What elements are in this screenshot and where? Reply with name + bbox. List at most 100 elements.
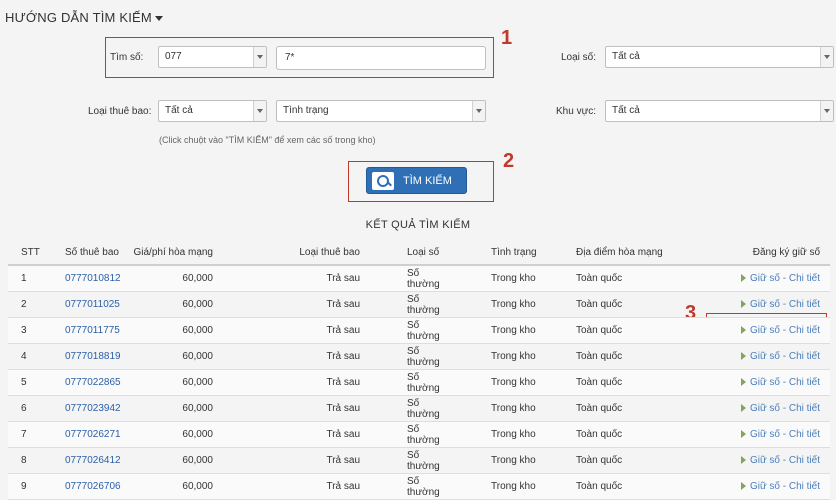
number-kind: Số thường (365, 421, 451, 448)
stock-status: Trong kho (451, 447, 537, 474)
hold-detail-cell: Giữ số - Chi tiết (708, 421, 830, 448)
subscriber-number: 0777010812 (65, 265, 133, 292)
loai-so-label: Loại số: (561, 52, 597, 63)
hold-detail-cell: Giữ số - Chi tiết (708, 343, 830, 370)
search-hint: (Click chuột vào "TÌM KIẾM" để xem các s… (159, 135, 376, 145)
subscriber-number: 0777023942 (65, 395, 133, 422)
table-row: 4 0777018819 60,000 Trả sau Số thường Trong k… (8, 343, 830, 370)
tinh-trang-value: Tình trạng (283, 105, 329, 116)
subscription-type: Trả sau (220, 395, 365, 422)
hold-detail-link[interactable]: Giữ số - Chi tiết (750, 325, 820, 336)
stock-status: Trong kho (451, 317, 537, 344)
connection-fee: 60,000 (133, 369, 220, 396)
connection-fee: 60,000 (133, 291, 220, 318)
connection-fee: 60,000 (133, 421, 220, 448)
stock-status: Trong kho (451, 291, 537, 318)
hold-detail-cell: Giữ số - Chi tiết (708, 395, 830, 422)
row-stt: 5 (8, 369, 65, 396)
row-stt: 3 (8, 317, 65, 344)
caret-down-icon (154, 16, 163, 22)
hold-detail-cell: Giữ số - Chi tiết (708, 291, 830, 318)
hold-detail-link[interactable]: Giữ số - Chi tiết (750, 455, 820, 466)
tinh-trang-select[interactable]: Tình trạng (276, 100, 486, 122)
annotation-box-2 (348, 161, 494, 202)
number-kind: Số thường (365, 369, 451, 396)
subscriber-number: 0777011025 (65, 291, 133, 318)
arrow-right-icon (740, 456, 746, 465)
hold-detail-link[interactable]: Giữ số - Chi tiết (750, 403, 820, 414)
subscription-type: Trả sau (220, 265, 365, 292)
arrow-right-icon (740, 430, 746, 439)
connection-fee: 60,000 (133, 447, 220, 474)
stock-status: Trong kho (451, 421, 537, 448)
stock-status: Trong kho (451, 395, 537, 422)
arrow-right-icon (740, 326, 746, 335)
loai-so-value: Tất cả (612, 51, 640, 62)
activation-area: Toàn quốc (537, 291, 709, 318)
stock-status: Trong kho (451, 369, 537, 396)
table-row: 2 0777011025 60,000 Trả sau Số thường Trong k… (8, 291, 830, 318)
connection-fee: 60,000 (133, 317, 220, 344)
loai-so-select[interactable]: Tất cả (605, 46, 834, 68)
row-stt: 6 (8, 395, 65, 422)
subscription-type: Trả sau (220, 343, 365, 370)
results-table: STT Số thuê bao Giá/phí hòa mạng Loại th… (8, 240, 830, 500)
dropdown-arrow-icon (253, 101, 266, 121)
row-stt: 1 (8, 265, 65, 292)
table-row: 7 0777026271 60,000 Trả sau Số thường Trong k… (8, 421, 830, 448)
activation-area: Toàn quốc (537, 395, 709, 422)
table-row: 6 0777023942 60,000 Trả sau Số thường Trong k… (8, 395, 830, 422)
row-stt: 8 (8, 447, 65, 474)
activation-area: Toàn quốc (537, 317, 709, 344)
column-header-area: Địa điểm hòa mạng (537, 240, 709, 266)
hold-detail-link[interactable]: Giữ số - Chi tiết (750, 377, 820, 388)
search-guide-toggle[interactable]: HƯỚNG DẪN TÌM KIẾM (5, 10, 163, 25)
stock-status: Trong kho (451, 265, 537, 292)
search-guide-title: HƯỚNG DẪN TÌM KIẾM (5, 10, 152, 25)
hold-detail-link[interactable]: Giữ số - Chi tiết (750, 299, 820, 310)
arrow-right-icon (740, 274, 746, 283)
number-kind: Số thường (365, 291, 451, 318)
annotation-box-1 (105, 37, 494, 78)
hold-detail-link[interactable]: Giữ số - Chi tiết (750, 273, 820, 284)
table-header-row: STT Số thuê bao Giá/phí hòa mạng Loại th… (8, 240, 830, 266)
activation-area: Toàn quốc (537, 421, 709, 448)
loai-thue-bao-value: Tất cả (165, 105, 193, 116)
results-title: KẾT QUẢ TÌM KIẾM (365, 219, 471, 231)
khu-vuc-label: Khu vực: (556, 106, 597, 117)
arrow-right-icon (740, 300, 746, 309)
arrow-right-icon (740, 404, 746, 413)
subscription-type: Trả sau (220, 291, 365, 318)
number-kind: Số thường (365, 343, 451, 370)
hold-detail-link[interactable]: Giữ số - Chi tiết (750, 429, 820, 440)
column-header-action: Đăng ký giữ số (708, 240, 830, 266)
activation-area: Toàn quốc (537, 343, 709, 370)
connection-fee: 60,000 (133, 265, 220, 292)
dropdown-arrow-icon (472, 101, 485, 121)
khu-vuc-value: Tất cả (612, 105, 640, 116)
hold-detail-cell: Giữ số - Chi tiết (708, 317, 830, 344)
hold-detail-link[interactable]: Giữ số - Chi tiết (750, 481, 820, 492)
column-header-number: Số thuê bao (65, 240, 133, 266)
number-kind: Số thường (365, 395, 451, 422)
column-header-stt: STT (8, 240, 65, 266)
hold-detail-link[interactable]: Giữ số - Chi tiết (750, 351, 820, 362)
dropdown-arrow-icon (820, 101, 833, 121)
row-stt: 4 (8, 343, 65, 370)
activation-area: Toàn quốc (537, 265, 709, 292)
subscriber-number: 0777022865 (65, 369, 133, 396)
column-header-type: Loại thuê bao (220, 240, 365, 266)
number-kind: Số thường (365, 317, 451, 344)
table-row: 3 0777011775 60,000 Trả sau Số thường Trong k… (8, 317, 830, 344)
column-header-status: Tình trạng (451, 240, 537, 266)
loai-thue-bao-label: Loại thuê bao: (88, 106, 152, 117)
activation-area: Toàn quốc (537, 369, 709, 396)
subscription-type: Trả sau (220, 421, 365, 448)
hold-detail-cell: Giữ số - Chi tiết (708, 447, 830, 474)
khu-vuc-select[interactable]: Tất cả (605, 100, 834, 122)
annotation-number-1: 1 (501, 27, 513, 49)
number-kind: Số thường (365, 265, 451, 292)
loai-thue-bao-select[interactable]: Tất cả (158, 100, 267, 122)
arrow-right-icon (740, 378, 746, 387)
annotation-number-2: 2 (503, 150, 515, 172)
